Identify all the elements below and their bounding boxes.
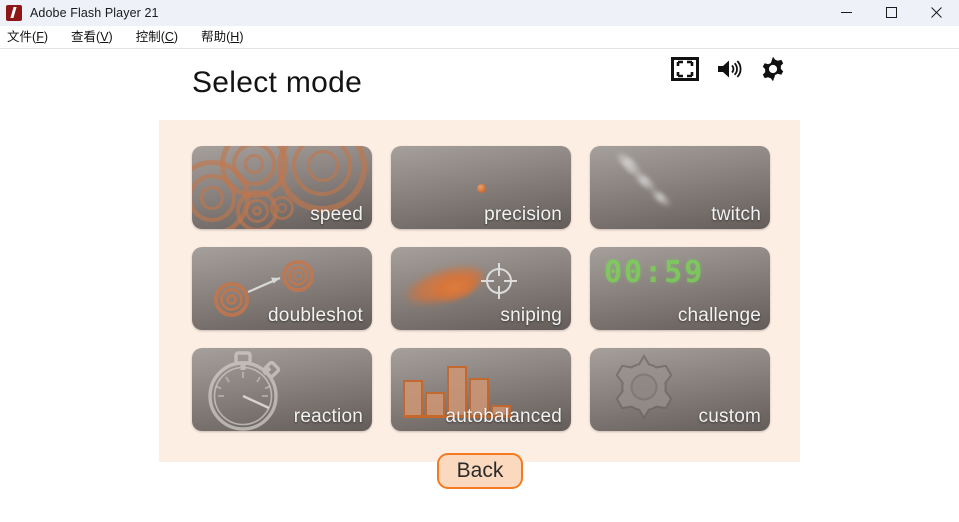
menu-item-help-accel: H — [230, 29, 240, 44]
menu-item-view[interactable]: 查看(V) — [71, 26, 123, 49]
mode-tile-challenge-label: challenge — [677, 305, 761, 326]
title-bar: Adobe Flash Player 21 — [0, 0, 959, 26]
menu-item-help-label: 帮助 — [201, 29, 227, 44]
mode-grid: speed precision twitch doubleshot snipin… — [192, 146, 770, 431]
mode-tile-sniping-label: sniping — [500, 305, 562, 326]
mode-tile-reaction-label: reaction — [293, 406, 363, 427]
menu-bar: 文件(F) 查看(V) 控制(C) 帮助(H) — [0, 26, 959, 49]
application-window: Adobe Flash Player 21 文件(F) 查看(V) 控制(C) … — [0, 0, 959, 522]
page-title: Select mode — [192, 66, 363, 99]
flash-stage: Select mode speed precision twitch doubl… — [0, 49, 959, 522]
menu-item-view-accel: V — [100, 29, 109, 44]
mode-tile-speed[interactable]: speed — [192, 146, 372, 229]
mode-tile-twitch[interactable]: twitch — [590, 146, 770, 229]
back-button[interactable]: Back — [437, 453, 523, 489]
menu-item-help[interactable]: 帮助(H) — [201, 26, 253, 49]
menu-item-control-label: 控制 — [135, 29, 161, 44]
mode-tile-speed-label: speed — [310, 204, 363, 225]
menu-item-control-accel: C — [164, 29, 174, 44]
menu-item-view-label: 查看 — [71, 29, 97, 44]
mode-panel: speed precision twitch doubleshot snipin… — [159, 120, 800, 462]
mode-tile-autobalanced[interactable]: autobalanced — [391, 348, 571, 431]
stage-toolbar — [671, 56, 786, 82]
menu-item-control[interactable]: 控制(C) — [136, 26, 188, 49]
chart-bar — [403, 380, 423, 418]
mode-tile-autobalanced-label: autobalanced — [445, 406, 562, 427]
mode-tile-precision[interactable]: precision — [391, 146, 571, 229]
mode-tile-custom[interactable]: custom — [590, 348, 770, 431]
window-controls — [824, 0, 959, 26]
close-icon[interactable] — [914, 0, 959, 26]
lcd-timer-value: 00:59 — [604, 255, 705, 290]
mode-tile-custom-label: custom — [698, 406, 761, 427]
mode-tile-doubleshot-label: doubleshot — [268, 305, 363, 326]
mode-tile-doubleshot[interactable]: doubleshot — [192, 247, 372, 330]
mode-tile-reaction[interactable]: reaction — [192, 348, 372, 431]
volume-icon[interactable] — [716, 57, 743, 81]
maximize-icon[interactable] — [869, 0, 914, 26]
window-title: Adobe Flash Player 21 — [30, 5, 159, 20]
fullscreen-icon[interactable] — [671, 57, 699, 81]
flash-icon — [6, 4, 22, 21]
menu-item-file-label: 文件 — [7, 29, 33, 44]
mode-tile-challenge[interactable]: 00:59 challenge — [590, 247, 770, 330]
mode-tile-sniping[interactable]: sniping — [391, 247, 571, 330]
gear-icon[interactable] — [760, 56, 786, 82]
mode-tile-twitch-label: twitch — [711, 204, 761, 225]
minimize-icon[interactable] — [824, 0, 869, 26]
mode-tile-precision-label: precision — [484, 204, 562, 225]
menu-item-file-accel: F — [36, 29, 44, 44]
menu-item-file[interactable]: 文件(F) — [7, 26, 58, 49]
